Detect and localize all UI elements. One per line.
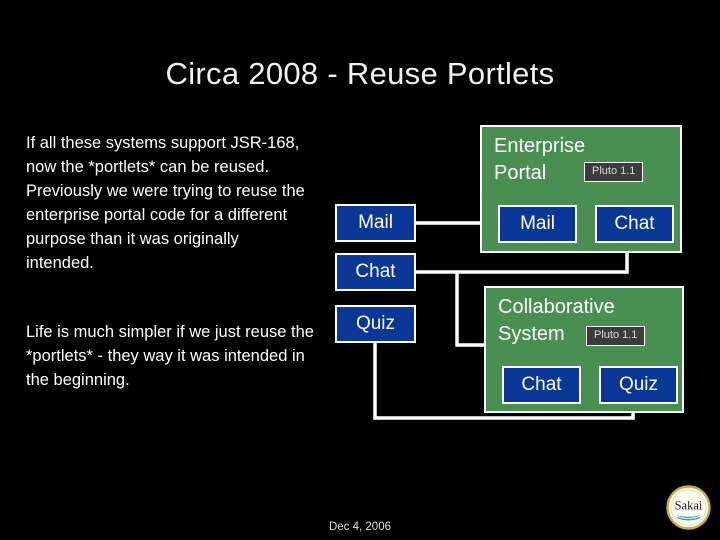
portlet-collaborative-chat[interactable]: Chat [502,366,581,404]
body-paragraph-two: Life is much simpler if we just reuse th… [26,323,314,389]
portlet-mail-standalone[interactable]: Mail [335,204,416,242]
system-panel-enterprise-portal: Enterprise Portal Pluto 1.1 Mail Chat [480,125,682,253]
version-badge-collaborative-system: Pluto 1.1 [586,326,646,346]
slide-canvas: Circa 2008 - Reuse Portlets If all these… [0,0,720,540]
slide-date: Dec 4, 2006 [328,521,391,533]
portlet-collaborative-quiz[interactable]: Quiz [599,366,678,404]
system-panel-collaborative-system: Collaborative System Pluto 1.1 Chat Quiz [484,286,684,413]
portlet-enterprise-chat[interactable]: Chat [595,205,674,243]
portlet-chat-standalone[interactable]: Chat [335,253,416,291]
sakai-wordmark: Sakai [675,499,703,513]
portlet-quiz-standalone[interactable]: Quiz [335,305,416,343]
portlet-enterprise-mail[interactable]: Mail [498,205,577,243]
sakai-logo: Sakai [666,485,711,530]
page-title: Circa 2008 - Reuse Portlets [165,56,555,91]
version-badge-enterprise-portal: Pluto 1.1 [584,162,644,182]
body-paragraph-one: If all these systems support JSR-168, no… [26,134,305,272]
